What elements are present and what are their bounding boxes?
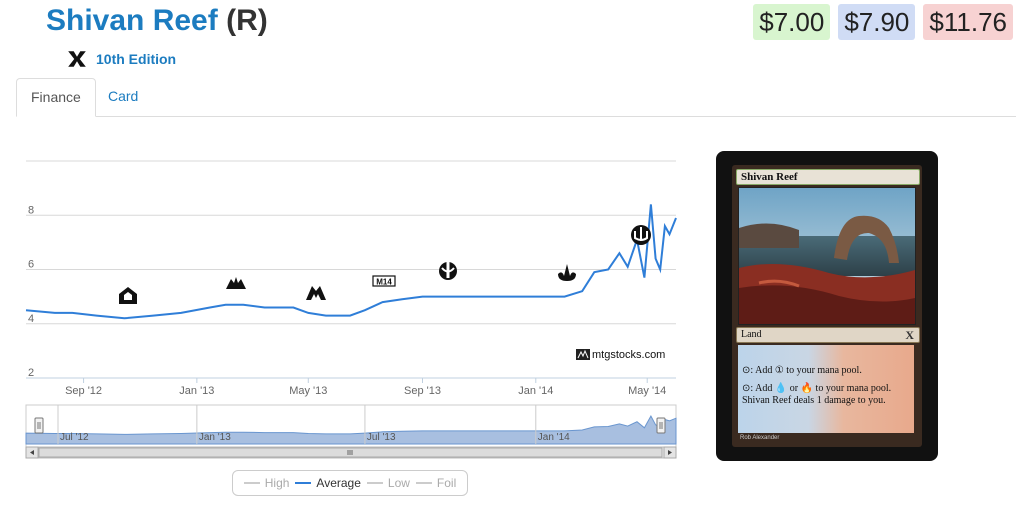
card-name: Shivan Reef [46, 4, 218, 37]
tenth-edition-set-icon [68, 51, 86, 67]
return-to-ravnica-icon [119, 287, 137, 304]
theros-icon [439, 262, 457, 280]
price-history-chart[interactable]: 2 4 6 8 Sep '12 Jan '13 May '13 Sep '13 Jan '14… [0, 150, 690, 465]
legend-high[interactable]: High [243, 476, 289, 490]
mtgstocks-watermark: mtgstocks.com [576, 349, 665, 361]
navigator-label: Jul '13 [367, 432, 396, 443]
low-price-badge: $7.00 [753, 4, 831, 40]
rules-text-line: ⊙: Add ① to your mana pool. [742, 365, 862, 376]
set-link[interactable]: 10th Edition [96, 51, 176, 67]
watermark-text: mtgstocks.com [592, 349, 665, 361]
card-type-line: Land [736, 327, 920, 343]
m14-icon: M14 [372, 275, 396, 287]
navigator-label: Jan '14 [538, 432, 570, 443]
born-of-the-gods-icon [558, 264, 576, 281]
x-axis-label: May '13 [289, 385, 327, 397]
dragons-maze-icon [306, 286, 326, 300]
rules-text-line: Shivan Reef deals 1 damage to you. [742, 395, 886, 406]
legend-average[interactable]: Average [295, 476, 361, 490]
card-image-name: Shivan Reef [736, 169, 920, 185]
gatecrash-icon [226, 277, 246, 289]
chart-legend: High Average Low Foil [232, 470, 468, 496]
navigator-left-handle[interactable] [34, 417, 44, 434]
set-row: 10th Edition [66, 48, 176, 70]
tab-card[interactable]: Card [94, 78, 152, 114]
card-art [738, 187, 916, 325]
card-image: Shivan Reef Land X ⊙: Add ① to your mana… [716, 151, 938, 461]
legend-low[interactable]: Low [366, 476, 410, 490]
y-axis-label: 2 [28, 367, 34, 379]
y-axis-label: 4 [28, 313, 34, 325]
x-axis-label: Jan '14 [518, 385, 553, 397]
legend-foil[interactable]: Foil [415, 476, 456, 490]
navigator-right-handle[interactable] [656, 417, 666, 434]
x-axis-label: Sep '13 [404, 385, 441, 397]
card-artist: Rob Alexander [740, 435, 780, 441]
journey-into-nyx-icon [631, 225, 651, 245]
card-rules-text: ⊙: Add ① to your mana pool. ⊙: Add 💧 or … [738, 345, 914, 433]
rules-text-line: ⊙: Add 💧 or 🔥 to your mana pool. [742, 383, 892, 394]
chart-scrollbar[interactable] [25, 446, 677, 459]
tab-bar: Finance Card [16, 78, 1016, 117]
y-axis-label: 8 [28, 204, 34, 216]
svg-text:M14: M14 [376, 278, 392, 287]
average-price-badge: $7.90 [838, 4, 916, 40]
x-axis-label: Sep '12 [65, 385, 102, 397]
navigator-label: Jul '12 [60, 432, 89, 443]
y-axis-label: 6 [28, 259, 34, 271]
x-axis-label: Jan '13 [179, 385, 214, 397]
x-axis-label: May '14 [628, 385, 666, 397]
page-title: Shivan Reef (R) [46, 4, 268, 38]
chart-navigator[interactable]: Jul '12 Jan '13 Jul '13 Jan '14 [25, 404, 677, 459]
high-price-badge: $11.76 [923, 4, 1013, 40]
rarity-label: (R) [226, 4, 268, 37]
card-set-symbol: X [905, 328, 914, 342]
tab-finance[interactable]: Finance [16, 78, 96, 117]
navigator-label: Jan '13 [199, 432, 231, 443]
price-badges: $7.00 $7.90 $11.76 [753, 4, 1013, 40]
